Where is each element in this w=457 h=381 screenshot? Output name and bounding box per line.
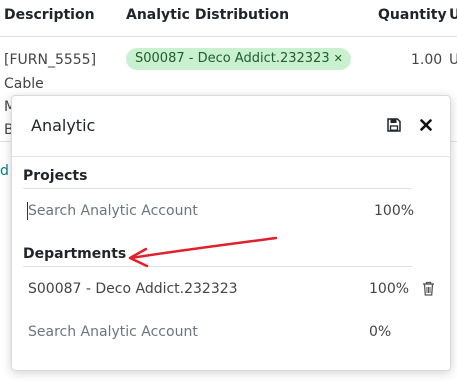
column-description[interactable]: Description <box>4 7 95 23</box>
projects-search-input[interactable]: Search Analytic Account <box>28 203 198 219</box>
table-header: Description Analytic Distribution Quanti… <box>0 0 457 37</box>
row-uom: U <box>449 52 457 68</box>
departments-search-input[interactable]: Search Analytic Account <box>28 324 198 340</box>
projects-section-title: Projects <box>23 168 88 184</box>
projects-divider <box>23 188 412 189</box>
column-quantity[interactable]: Quantity <box>378 7 447 23</box>
departments-divider <box>23 266 412 267</box>
analytic-tag-label: S00087 - Deco Addict.232323 <box>135 51 330 66</box>
column-analytic-distribution[interactable]: Analytic Distribution <box>126 7 289 23</box>
analytic-popover: Analytic Projects Search Analytic Accoun… <box>11 95 451 371</box>
column-uom[interactable]: U <box>449 7 457 23</box>
departments-new-percentage[interactable]: 0% <box>369 324 391 340</box>
department-account[interactable]: S00087 - Deco Addict.232323 <box>28 281 238 297</box>
departments-section-title: Departments <box>23 246 127 262</box>
popover-title: Analytic <box>31 116 96 135</box>
row-description-line-1: [FURN_5555] <box>4 52 97 68</box>
department-percentage[interactable]: 100% <box>369 281 409 297</box>
floppy-disk-icon[interactable] <box>385 116 403 134</box>
row-quantity: 1.00 <box>411 52 443 68</box>
popover-header: Analytic <box>12 96 450 157</box>
trash-icon[interactable] <box>422 281 436 297</box>
close-icon[interactable] <box>417 116 435 134</box>
analytic-tag[interactable]: S00087 - Deco Addict.232323 ✕ <box>126 48 351 70</box>
row-description-line-2: Cable <box>4 76 44 92</box>
add-line-link[interactable]: d <box>0 163 9 179</box>
tag-remove-icon[interactable]: ✕ <box>334 52 343 65</box>
projects-percentage[interactable]: 100% <box>374 203 414 219</box>
